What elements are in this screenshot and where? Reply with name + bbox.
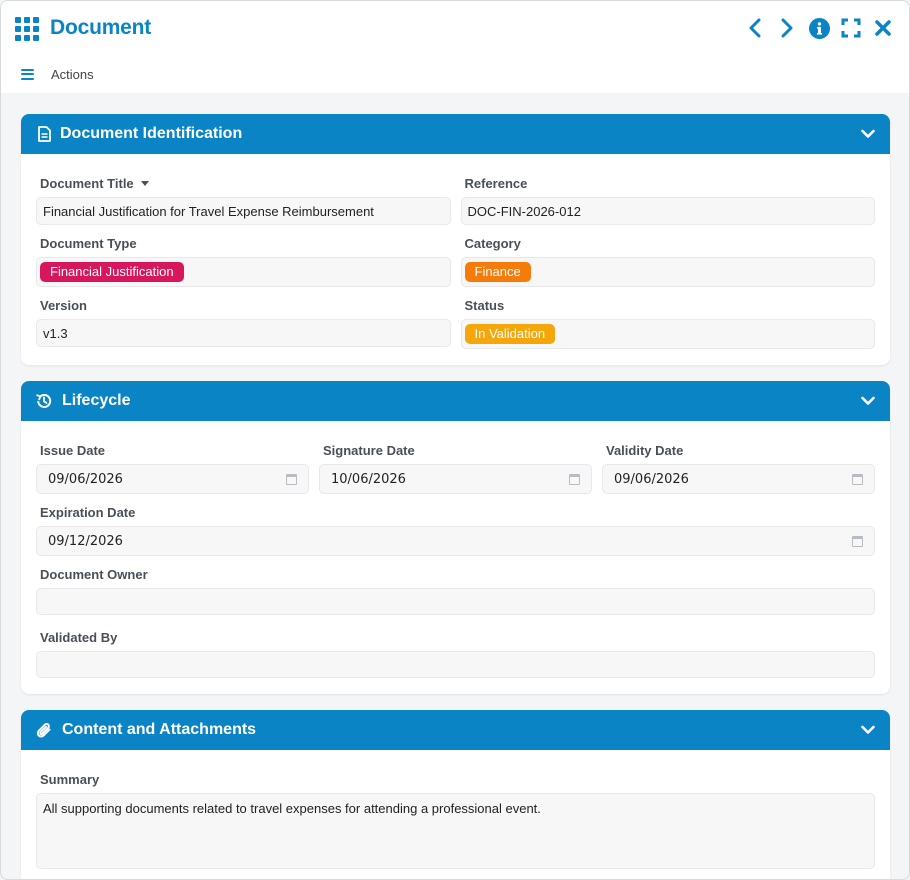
signature-date-field: Signature Date 10/06/2026: [319, 442, 592, 494]
history-icon: [35, 392, 53, 410]
identification-panel: Document Identification Document Title F…: [21, 114, 890, 365]
document-title-field: Document Title Financial Justification f…: [36, 175, 451, 225]
content-panel-title: Content and Attachments: [62, 721, 257, 738]
identification-panel-body: Document Title Financial Justification f…: [21, 154, 890, 365]
actions-toolbar: Actions: [1, 55, 909, 93]
signature-date-value: 10/06/2026: [331, 471, 406, 487]
window-controls: [743, 16, 895, 40]
validity-date-value: 09/06/2026: [614, 471, 689, 487]
document-owner-field: Document Owner: [36, 566, 875, 615]
calendar-icon[interactable]: [852, 473, 863, 485]
chevron-down-icon[interactable]: [860, 393, 876, 409]
validated-by-field: Validated By: [36, 629, 875, 678]
lifecycle-panel-body: Issue Date 09/06/2026 Signature Date 10/…: [21, 421, 890, 694]
content-panel: Content and Attachments Summary All supp…: [21, 710, 890, 879]
issue-date-value: 09/06/2026: [48, 471, 123, 487]
lifecycle-panel-header[interactable]: Lifecycle: [21, 381, 890, 421]
signature-date-input[interactable]: 10/06/2026: [319, 464, 592, 494]
expiration-date-field: Expiration Date 09/12/2026: [36, 504, 875, 556]
lifecycle-panel-title: Lifecycle: [62, 392, 131, 409]
info-icon[interactable]: [807, 16, 831, 40]
form-content: Document Identification Document Title F…: [21, 114, 890, 879]
version-input[interactable]: v1.3: [36, 319, 451, 347]
validated-by-input[interactable]: [36, 651, 875, 678]
document-window: Document Actions Document Identification…: [0, 0, 910, 880]
reference-label: Reference: [464, 175, 528, 191]
document-owner-input[interactable]: [36, 588, 875, 615]
identification-panel-title: Document Identification: [60, 125, 243, 142]
validated-by-label: Validated By: [40, 629, 118, 645]
reference-input[interactable]: DOC-FIN-2026-012: [460, 197, 875, 225]
status-label: Status: [464, 297, 505, 313]
version-label: Version: [40, 297, 87, 313]
window-title: Document: [50, 16, 152, 39]
fullscreen-icon[interactable]: [839, 16, 863, 40]
title-bar: Document: [1, 1, 909, 55]
lifecycle-panel: Lifecycle Issue Date 09/06/2026 Signatur…: [21, 381, 890, 694]
chevron-right-icon[interactable]: [775, 16, 799, 40]
document-type-field: Document Type Financial Justification: [36, 235, 451, 287]
document-type-label: Document Type: [40, 235, 137, 251]
chevron-down-icon[interactable]: [860, 126, 876, 142]
reference-field: Reference DOC-FIN-2026-012: [460, 175, 875, 225]
document-owner-label: Document Owner: [40, 566, 148, 582]
paperclip-icon: [35, 721, 53, 739]
chevron-left-icon[interactable]: [743, 16, 767, 40]
chevron-down-icon[interactable]: [860, 722, 876, 738]
document-icon: [35, 125, 53, 143]
status-input[interactable]: In Validation: [460, 319, 875, 349]
calendar-icon[interactable]: [569, 473, 580, 485]
version-field: Version v1.3: [36, 297, 451, 349]
validity-date-label: Validity Date: [606, 442, 684, 458]
issue-date-label: Issue Date: [40, 442, 106, 458]
close-icon[interactable]: [871, 16, 895, 40]
calendar-icon[interactable]: [286, 473, 297, 485]
category-input[interactable]: Finance: [460, 257, 875, 287]
category-label: Category: [464, 235, 521, 251]
actions-menu-button[interactable]: Actions: [51, 67, 94, 82]
content-panel-body: Summary All supporting documents related…: [21, 750, 890, 879]
validity-date-field: Validity Date 09/06/2026: [602, 442, 875, 494]
validity-date-input[interactable]: 09/06/2026: [602, 464, 875, 494]
apps-grid-icon[interactable]: [15, 17, 39, 41]
summary-field: Summary All supporting documents related…: [36, 771, 875, 869]
calendar-icon[interactable]: [852, 535, 863, 547]
status-badge: In Validation: [464, 324, 556, 344]
status-field: Status In Validation: [460, 297, 875, 349]
document-type-badge: Financial Justification: [40, 262, 184, 282]
signature-date-label: Signature Date: [323, 442, 415, 458]
expiration-date-label: Expiration Date: [40, 504, 136, 520]
category-badge: Finance: [464, 262, 531, 282]
expiration-date-input[interactable]: 09/12/2026: [36, 526, 875, 556]
summary-textarea[interactable]: All supporting documents related to trav…: [36, 793, 875, 869]
identification-panel-header[interactable]: Document Identification: [21, 114, 890, 154]
document-title-label: Document Title: [40, 175, 134, 191]
category-field: Category Finance: [460, 235, 875, 287]
hamburger-menu-icon[interactable]: [21, 68, 34, 80]
content-panel-header[interactable]: Content and Attachments: [21, 710, 890, 750]
document-title-input[interactable]: Financial Justification for Travel Expen…: [36, 197, 451, 225]
issue-date-input[interactable]: 09/06/2026: [36, 464, 309, 494]
caret-down-icon[interactable]: [140, 180, 149, 186]
document-type-input[interactable]: Financial Justification: [36, 257, 451, 287]
expiration-date-value: 09/12/2026: [48, 533, 123, 549]
summary-label: Summary: [40, 771, 100, 787]
issue-date-field: Issue Date 09/06/2026: [36, 442, 309, 494]
